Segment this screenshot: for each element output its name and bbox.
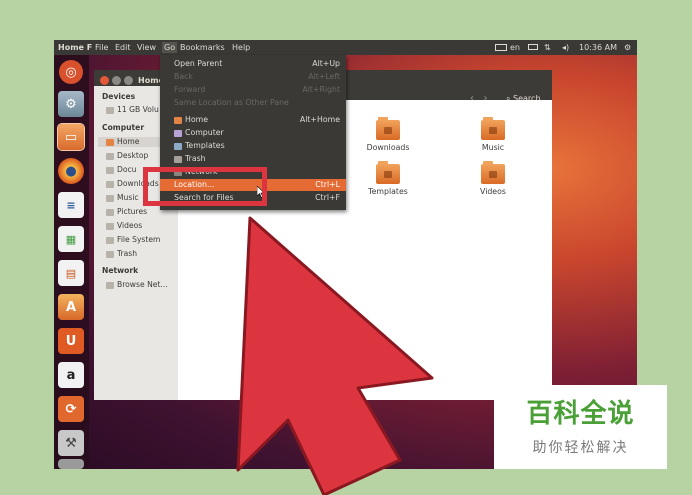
system-tools-icon[interactable]: ⚒ [58,430,84,456]
sidebar-item-desktop[interactable]: Desktop [106,151,148,161]
home-icon [174,116,182,124]
folder-icon [376,117,400,140]
system-settings-icon[interactable]: ⚙ [58,91,84,117]
sidebar-item-browse-network[interactable]: Browse Net... [106,280,168,290]
menu-item-open-parent[interactable]: Open Parent Alt+Up [160,58,346,70]
libreoffice-writer-icon[interactable]: ≡ [58,192,84,218]
menu-bookmarks[interactable]: Bookmarks [180,42,225,53]
menu-item-templates[interactable]: Templates [160,140,346,152]
watermark-subtitle: 助你轻松解决 [532,440,629,456]
menu-item-home[interactable]: Home Alt+Home [160,114,346,126]
gear-icon[interactable]: ⚙ [624,42,631,53]
menu-view[interactable]: View [137,42,156,53]
sidebar-header-network: Network [102,266,139,275]
menu-go[interactable]: Go [162,42,178,53]
amazon-icon[interactable]: a [58,362,84,388]
volume-icon[interactable]: ◂) [562,42,569,53]
pictures-icon [106,208,114,216]
clock[interactable]: 10:36 AM [579,42,617,53]
sidebar-item-trash[interactable]: Trash [106,249,137,259]
menu-file[interactable]: File [95,42,108,53]
app-name: Home F [58,43,93,52]
menu-item-trash[interactable]: Trash [160,153,346,165]
sidebar-item-file-system[interactable]: File System [106,235,160,245]
drive-icon [106,106,114,114]
folder-templates[interactable]: Templates [358,161,418,197]
music-icon [106,194,114,202]
sidebar-item-music[interactable]: Music [106,193,139,203]
folder-icon [481,117,505,140]
templates-icon [174,142,182,150]
keyboard-layout[interactable]: en [510,42,520,53]
file-system-icon [106,236,114,244]
firefox-icon[interactable]: ● [58,158,84,184]
trash-icon[interactable] [58,459,84,469]
libreoffice-calc-icon[interactable]: ▦ [58,226,84,252]
sidebar-header-computer: Computer [102,123,145,132]
software-center-icon[interactable]: A [58,294,84,320]
menu-item-computer[interactable]: Computer [160,127,346,139]
folder-videos[interactable]: Videos [463,161,523,197]
folder-icon [376,161,400,184]
computer-icon [174,129,182,137]
files-icon[interactable]: ▭ [57,123,85,151]
videos-icon [106,222,114,230]
minimize-window-icon[interactable] [112,76,121,85]
menu-item-forward[interactable]: Forward Alt+Right [160,84,346,96]
update-manager-icon[interactable]: ⟳ [58,396,84,422]
folder-icon [481,161,505,184]
launcher: ◎ ⚙ ▭ ● ≡ ▦ ▤ A U a ⟳ ⚒ [54,55,89,469]
keyboard-icon[interactable] [495,44,507,51]
sidebar-item-pictures[interactable]: Pictures [106,207,147,217]
libreoffice-impress-icon[interactable]: ▤ [58,260,84,286]
menu-help[interactable]: Help [232,42,250,53]
dash-home-icon[interactable]: ◎ [59,60,83,84]
network-browse-icon [106,281,114,289]
sidebar-item-volume[interactable]: 11 GB Volu [106,105,159,115]
network-icon[interactable]: ⇅ [544,42,551,53]
trash-icon [174,155,182,163]
documents-icon [106,166,114,174]
sidebar-item-videos[interactable]: Videos [106,221,142,231]
menu-item-back[interactable]: Back Alt+Left [160,71,346,83]
top-panel: Home F File Edit View Go Bookmarks Help … [54,40,637,55]
home-icon [106,138,114,146]
desktop-icon [106,152,114,160]
downloads-icon [106,180,114,188]
menu-edit[interactable]: Edit [115,42,131,53]
sidebar-item-documents[interactable]: Docu [106,165,136,175]
folder-music[interactable]: Music [463,117,523,153]
folder-downloads[interactable]: Downloads [358,117,418,153]
trash-small-icon [106,250,114,258]
watermark-title: 百科全说 [526,399,635,429]
ubuntu-one-icon[interactable]: U [58,328,84,354]
maximize-window-icon[interactable] [124,76,133,85]
watermark-logo: 百科全说 助你轻松解决 [494,385,667,469]
sidebar-header-devices: Devices [102,92,136,101]
close-window-icon[interactable] [100,76,109,85]
highlight-box [143,167,267,206]
battery-icon[interactable] [528,44,538,50]
menu-item-same-location[interactable]: Same Location as Other Pane [160,97,346,109]
